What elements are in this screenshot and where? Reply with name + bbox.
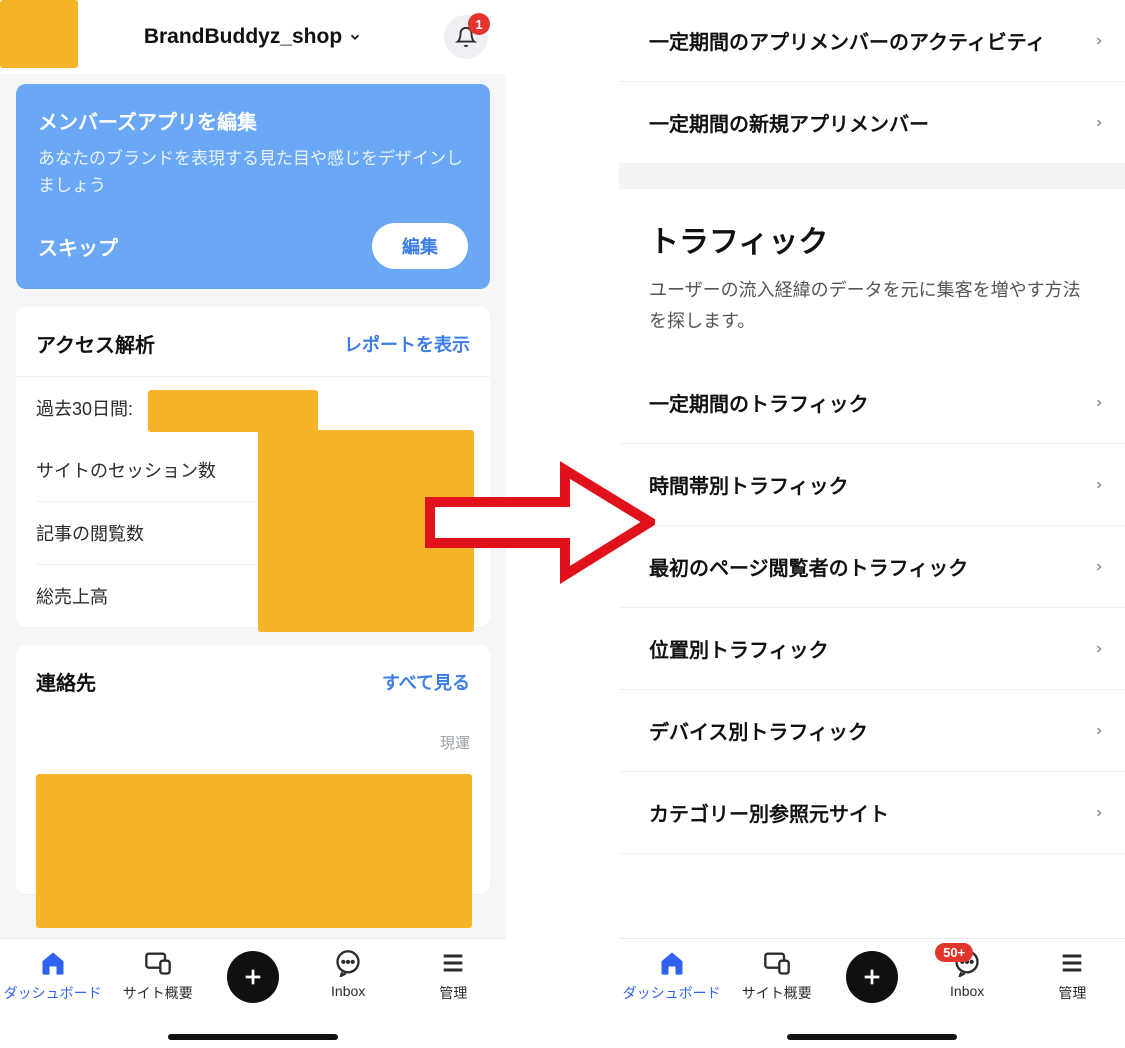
row-traffic-by-time[interactable]: 時間帯別トラフィック [619, 444, 1125, 526]
menu-icon [439, 949, 467, 977]
right-screen: 一定期間のアプリメンバーのアクティビティ 一定期間の新規アプリメンバー トラフィ… [619, 0, 1125, 1048]
devices-icon [763, 949, 791, 977]
home-icon [39, 949, 67, 977]
skip-button[interactable]: スキップ [38, 232, 118, 261]
row-label: カテゴリー別参照元サイト [649, 798, 889, 827]
promo-subtitle: あなたのブランドを表現する見た目や感じをデザインしましょう [38, 145, 468, 199]
traffic-section-subtitle: ユーザーの流入経緯のデータを元に集客を増やす方法を探します。 [619, 275, 1125, 344]
notifications-button[interactable]: 1 [444, 15, 488, 59]
chevron-right-icon [1093, 394, 1105, 412]
right-content: 一定期間のアプリメンバーのアクティビティ 一定期間の新規アプリメンバー トラフィ… [619, 0, 1125, 938]
home-icon [658, 949, 686, 977]
view-all-contacts-link[interactable]: すべて見る [382, 669, 470, 695]
nav-dashboard-label: ダッシュボード [623, 983, 721, 1003]
redaction-block [148, 390, 318, 432]
nav-site-label: サイト概要 [742, 983, 812, 1003]
nav-manage[interactable]: 管理 [1022, 949, 1122, 1003]
row-label: 位置別トラフィック [649, 634, 829, 663]
nav-site[interactable]: サイト概要 [727, 949, 827, 1003]
nav-dashboard-label: ダッシュボード [4, 983, 102, 1003]
nav-inbox[interactable]: 50+ Inbox [917, 949, 1017, 999]
chevron-right-icon [1093, 476, 1105, 494]
row-label: 時間帯別トラフィック [649, 470, 849, 499]
chevron-right-icon [1093, 804, 1105, 822]
row-traffic-first-page[interactable]: 最初のページ閲覧者のトラフィック [619, 526, 1125, 608]
nav-add[interactable] [832, 949, 912, 1003]
left-bottom-nav: ダッシュボード サイト概要 Inbox 管理 [0, 938, 506, 1048]
nav-inbox-label: Inbox [950, 983, 984, 999]
row-traffic-by-location[interactable]: 位置別トラフィック [619, 608, 1125, 690]
nav-dashboard[interactable]: ダッシュボード [3, 949, 103, 1003]
chevron-right-icon [1093, 32, 1105, 50]
nav-manage[interactable]: 管理 [403, 949, 503, 1003]
promo-card: メンバーズアプリを編集 あなたのブランドを表現する見た目や感じをデザインしましょ… [16, 84, 490, 289]
nav-site-label: サイト概要 [123, 983, 193, 1003]
nav-add[interactable] [213, 949, 293, 1003]
row-traffic-by-device[interactable]: デバイス別トラフィック [619, 690, 1125, 772]
row-app-member-activity[interactable]: 一定期間のアプリメンバーのアクティビティ [619, 0, 1125, 82]
home-indicator [168, 1034, 338, 1040]
inbox-count-badge: 50+ [935, 943, 973, 962]
row-label: デバイス別トラフィック [649, 716, 868, 745]
nav-inbox-label: Inbox [331, 983, 365, 999]
contacts-hint: 現運 [440, 735, 470, 752]
chevron-right-icon [1093, 558, 1105, 576]
chat-icon [334, 949, 362, 977]
row-label: 一定期間の新規アプリメンバー [649, 108, 929, 137]
notification-count-badge: 1 [468, 13, 490, 35]
analytics-title: アクセス解析 [36, 329, 155, 358]
right-bottom-nav: ダッシュボード サイト概要 50+ Inbox 管理 [619, 938, 1125, 1048]
chevron-right-icon [1093, 114, 1105, 132]
plus-button[interactable] [846, 951, 898, 1003]
nav-manage-label: 管理 [1058, 983, 1086, 1003]
traffic-section-title: トラフィック [619, 189, 1125, 275]
row-label: 一定期間のトラフィック [649, 388, 869, 417]
contacts-title: 連絡先 [36, 667, 96, 696]
redaction-block [0, 0, 78, 68]
nav-inbox[interactable]: Inbox [298, 949, 398, 999]
chevron-right-icon [1093, 722, 1105, 740]
chevron-down-icon [348, 30, 362, 44]
edit-button[interactable]: 編集 [372, 223, 468, 269]
row-label: 一定期間のアプリメンバーのアクティビティ [649, 26, 1046, 55]
promo-title: メンバーズアプリを編集 [38, 106, 468, 135]
plus-icon [242, 966, 264, 988]
devices-icon [144, 949, 172, 977]
plus-icon [861, 966, 883, 988]
nav-site[interactable]: サイト概要 [108, 949, 208, 1003]
plus-button[interactable] [227, 951, 279, 1003]
home-indicator [787, 1034, 957, 1040]
brand-name: BrandBuddyz_shop [144, 25, 342, 49]
redaction-block [36, 774, 472, 928]
nav-manage-label: 管理 [439, 983, 467, 1003]
nav-dashboard[interactable]: ダッシュボード [622, 949, 722, 1003]
row-traffic-period[interactable]: 一定期間のトラフィック [619, 362, 1125, 444]
arrow-annotation [425, 460, 655, 585]
row-new-app-members[interactable]: 一定期間の新規アプリメンバー [619, 82, 1125, 163]
row-traffic-by-referrer[interactable]: カテゴリー別参照元サイト [619, 772, 1125, 854]
chevron-right-icon [1093, 640, 1105, 658]
row-label: 最初のページ閲覧者のトラフィック [649, 552, 968, 581]
menu-icon [1058, 949, 1086, 977]
view-report-link[interactable]: レポートを表示 [344, 331, 470, 357]
